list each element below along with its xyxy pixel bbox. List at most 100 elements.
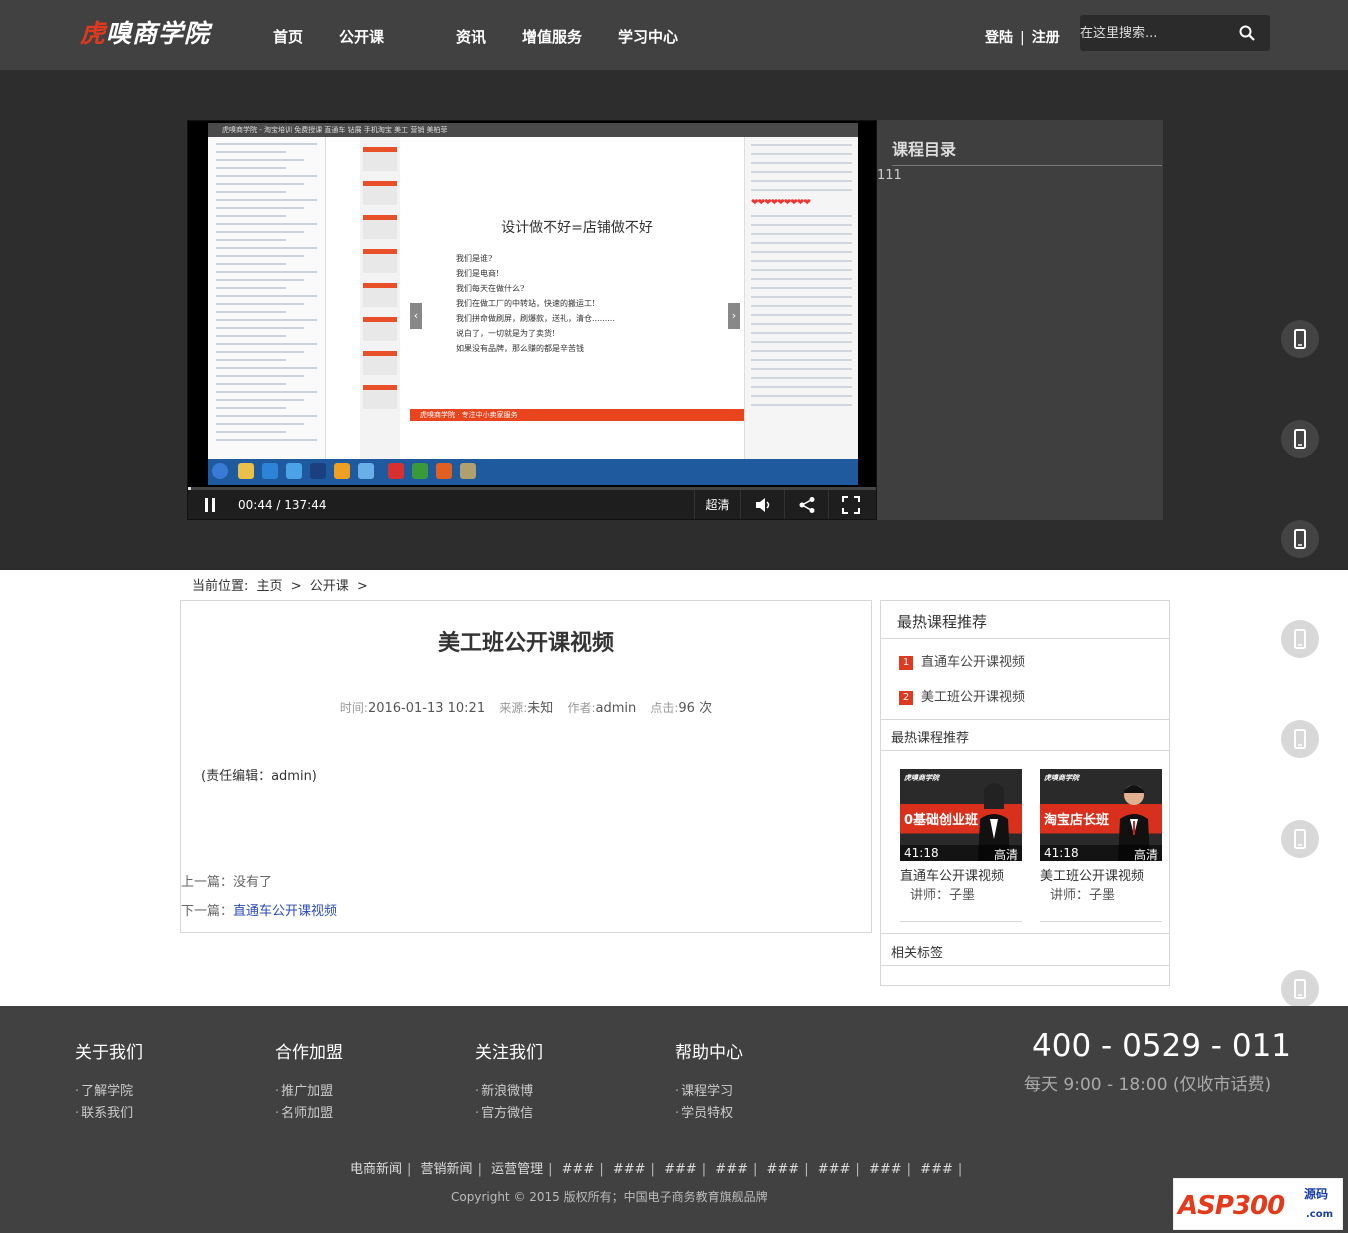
search-icon[interactable]	[1239, 25, 1255, 41]
footer-link[interactable]: 营销新闻	[421, 1162, 473, 1177]
nav-value-services[interactable]: 增值服务	[522, 26, 582, 47]
float-mobile-button[interactable]	[1281, 970, 1319, 1008]
catalog-item[interactable]: 111	[877, 168, 902, 183]
share-button[interactable]	[784, 490, 828, 519]
footer-link[interactable]: ###	[869, 1162, 902, 1177]
video-player[interactable]: 虎嗅商学院 - 淘宝培训 免费授课 直通车 钻展 手机淘宝 美工 营销 美柏菲 …	[187, 120, 877, 520]
course-teacher: 讲师：子墨	[910, 888, 976, 903]
footer-link[interactable]: ###	[664, 1162, 697, 1177]
course-thumbnail[interactable]: 虎嗅商学院 0基础创业班 41:18 高清	[900, 769, 1022, 861]
footer: 关于我们 了解学院 联系我们 合作加盟 推广加盟 名师加盟 关注我们 新浪微博 …	[0, 1006, 1348, 1233]
article-meta: 时间:2016-01-13 10:21 来源:未知 作者:admin 点击:96…	[339, 701, 713, 716]
course-card[interactable]: 虎嗅商学院 0基础创业班 41:18 高清 直通车公开课视频 讲师：子墨	[900, 769, 1022, 922]
breadcrumb-home[interactable]: 主页	[257, 579, 283, 594]
hot-courses-title: 最热课程推荐	[881, 601, 1169, 639]
course-name[interactable]: 美工班公开课视频	[1040, 865, 1162, 884]
mobile-icon	[1294, 429, 1306, 449]
nav-open-course[interactable]: 公开课	[339, 26, 384, 47]
search-input[interactable]	[1080, 15, 1235, 51]
hearts-row: ❤❤❤❤❤❤❤❤❤	[751, 198, 811, 208]
footer-link[interactable]: ###	[715, 1162, 748, 1177]
app-icon	[460, 463, 476, 479]
footer-link[interactable]: 课程学习	[675, 1081, 743, 1103]
float-mobile-button[interactable]	[1281, 420, 1319, 458]
footer-about: 关于我们 了解学院 联系我们	[75, 1038, 143, 1125]
register-link[interactable]: 注册	[1032, 30, 1060, 46]
volume-icon	[756, 498, 770, 512]
volume-button[interactable]	[740, 490, 784, 519]
folder-icon	[238, 463, 254, 479]
sidebar: 最热课程推荐 1 直通车公开课视频 2 美工班公开课视频 最热课程推荐 虎嗅商学院 …	[880, 600, 1170, 986]
slide-prev-icon: ‹	[410, 303, 422, 329]
related-tags-title: 相关标签	[891, 946, 944, 961]
hot-courses-title-2: 最热课程推荐	[891, 731, 970, 746]
rank-item[interactable]: 2 美工班公开课视频	[899, 686, 1025, 705]
footer-link[interactable]: 官方微信	[475, 1103, 543, 1125]
footer-link[interactable]: 学员特权	[675, 1103, 743, 1125]
mobile-icon	[1294, 979, 1306, 999]
next-article-link[interactable]: 直通车公开课视频	[233, 904, 337, 919]
fullscreen-button[interactable]	[828, 490, 876, 519]
slide-text: 我们是谁? 我们是电商! 我们每天在做什么? 我们在做工厂的中转站，快速的搬运工…	[456, 254, 615, 353]
login-link[interactable]: 登陆	[985, 30, 1013, 46]
footer-follow: 关注我们 新浪微博 官方微信	[475, 1038, 543, 1125]
nav-learning-center[interactable]: 学习中心	[618, 26, 678, 47]
photoshop-icon	[310, 463, 326, 479]
footer-link-bar: 电商新闻 | 营销新闻 | 运营管理 | ### | ### | ### | ### | ##…	[350, 1162, 963, 1177]
footer-partner: 合作加盟 推广加盟 名师加盟	[275, 1038, 343, 1125]
course-name[interactable]: 直通车公开课视频	[900, 865, 1022, 884]
float-mobile-button[interactable]	[1281, 620, 1319, 658]
video-member-list	[208, 137, 326, 459]
slide-next-icon: ›	[728, 303, 740, 329]
footer-link[interactable]: 联系我们	[75, 1103, 143, 1125]
course-card[interactable]: 虎嗅商学院 淘宝店长班 41:18 高清 美工班公开课视频 讲师：子墨	[1040, 769, 1162, 922]
video-slide: 设计做不好=店铺做不好 我们是谁? 我们是电商! 我们每天在做什么? 我们在做工…	[410, 137, 744, 459]
quality-button[interactable]: 超清	[694, 490, 740, 519]
logo[interactable]: 虎嗅商学院	[80, 14, 210, 50]
breadcrumb: 当前位置: 主页 > 公开课 >	[192, 579, 368, 594]
app-icon	[286, 463, 302, 479]
share-icon	[799, 497, 815, 513]
float-mobile-button[interactable]	[1281, 820, 1319, 858]
hotline-hours: 每天 9:00 - 18:00 (仅收市话费)	[1024, 1075, 1272, 1095]
float-mobile-button[interactable]	[1281, 320, 1319, 358]
footer-link[interactable]: 推广加盟	[275, 1081, 343, 1103]
footer-link[interactable]: 名师加盟	[275, 1103, 343, 1125]
footer-link[interactable]: ###	[562, 1162, 595, 1177]
pause-icon[interactable]	[204, 497, 216, 513]
search-box	[1080, 15, 1270, 51]
nav-news[interactable]: 资讯	[456, 26, 486, 47]
video-chat-panel: ❤❤❤❤❤❤❤❤❤	[744, 137, 858, 459]
video-window-titlebar: 虎嗅商学院 - 淘宝培训 免费授课 直通车 钻展 手机淘宝 美工 营销 美柏菲	[208, 123, 858, 137]
auth-divider: |	[1020, 30, 1025, 46]
mobile-icon	[1294, 829, 1306, 849]
course-thumbnail[interactable]: 虎嗅商学院 淘宝店长班 41:18 高清	[1040, 769, 1162, 861]
footer-link[interactable]: ###	[767, 1162, 800, 1177]
nav-home[interactable]: 首页	[273, 26, 303, 47]
footer-link[interactable]: ###	[920, 1162, 953, 1177]
start-icon	[212, 463, 228, 479]
rank-item[interactable]: 1 直通车公开课视频	[899, 651, 1025, 670]
footer-link[interactable]: 了解学院	[75, 1081, 143, 1103]
footer-link[interactable]: 运营管理	[491, 1162, 543, 1177]
auth-links: 登陆 | 注册	[985, 27, 1060, 47]
footer-link[interactable]: ###	[613, 1162, 646, 1177]
hotline-number: 400 - 0529 - 011	[1032, 1028, 1292, 1064]
catalog-title: 课程目录	[892, 140, 957, 159]
float-mobile-button[interactable]	[1281, 720, 1319, 758]
float-mobile-button[interactable]	[1281, 520, 1319, 558]
mobile-icon	[1294, 529, 1306, 549]
article: 美工班公开课视频 时间:2016-01-13 10:21 来源:未知 作者:ad…	[180, 600, 872, 933]
app-icon	[334, 463, 350, 479]
next-article: 下一篇：直通车公开课视频	[181, 904, 338, 919]
app-icon	[436, 463, 452, 479]
footer-help: 帮助中心 课程学习 学员特权	[675, 1038, 743, 1125]
video-time: 00:44 / 137:44	[238, 498, 327, 512]
footer-link[interactable]: 电商新闻	[350, 1162, 402, 1177]
footer-link[interactable]: ###	[818, 1162, 851, 1177]
prev-article: 上一篇：没有了	[181, 875, 273, 890]
footer-link[interactable]: 新浪微博	[475, 1081, 543, 1103]
breadcrumb-open-course[interactable]: 公开课	[310, 579, 349, 594]
app-icon	[262, 463, 278, 479]
header: 虎嗅商学院 首页 公开课 资讯 增值服务 学习中心 登陆 | 注册	[0, 0, 1348, 70]
